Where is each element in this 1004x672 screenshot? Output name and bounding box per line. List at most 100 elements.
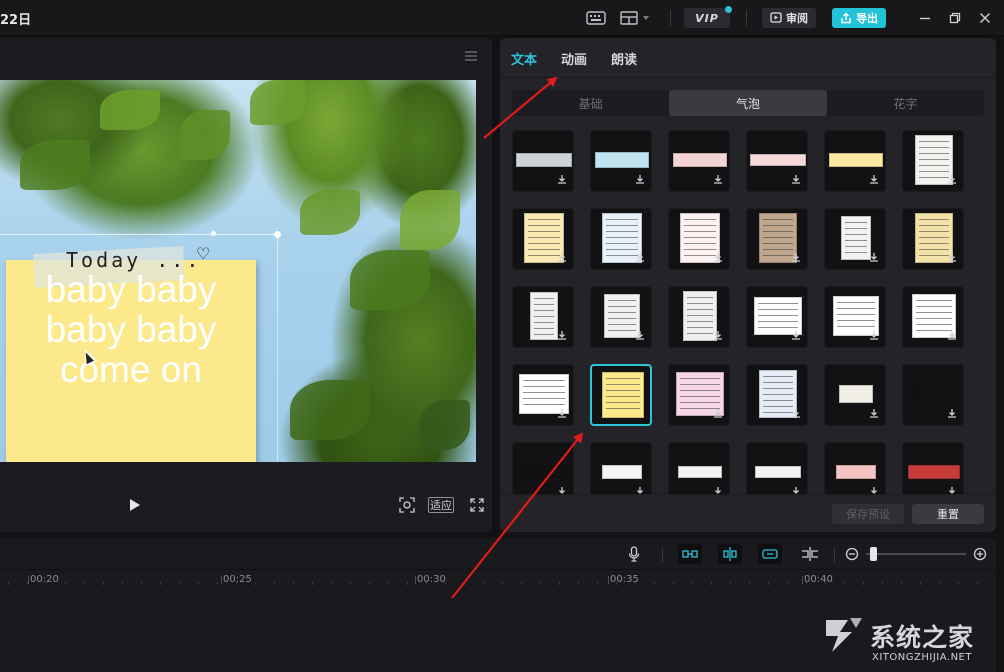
zoom-slider-track[interactable]	[866, 553, 966, 555]
tab-read-aloud[interactable]: 朗读	[611, 49, 637, 68]
bubble-template-tile[interactable]	[668, 442, 730, 494]
download-icon[interactable]	[635, 330, 645, 343]
bubble-template-tile[interactable]	[512, 442, 574, 494]
bubble-template-tile[interactable]	[902, 208, 964, 270]
download-icon[interactable]	[869, 408, 879, 421]
download-icon[interactable]	[869, 252, 879, 265]
bubble-template-tile[interactable]	[746, 442, 808, 494]
tab-animation[interactable]: 动画	[561, 49, 587, 68]
download-icon[interactable]	[557, 174, 567, 187]
bubble-template-tile[interactable]	[902, 130, 964, 192]
bubble-template-tile[interactable]	[668, 286, 730, 348]
bubble-template-tile[interactable]	[512, 364, 574, 426]
bubble-template-tile[interactable]	[512, 130, 574, 192]
menu-icon[interactable]	[464, 50, 478, 66]
download-icon[interactable]	[791, 330, 801, 343]
zoom-slider-handle[interactable]	[870, 547, 877, 561]
download-icon[interactable]	[635, 486, 645, 494]
overlay-text[interactable]: baby baby baby baby come on	[6, 270, 256, 390]
download-icon[interactable]	[635, 174, 645, 187]
zoom-out-icon[interactable]	[844, 544, 860, 564]
subtab-bubble[interactable]: 气泡	[669, 90, 827, 116]
bubble-template-tile[interactable]	[902, 442, 964, 494]
bubble-template-tile[interactable]	[512, 208, 574, 270]
bubble-template-tile[interactable]	[746, 364, 808, 426]
fullscreen-icon[interactable]	[468, 496, 486, 514]
download-icon[interactable]	[791, 486, 801, 494]
video-canvas[interactable]: Today ... ♡ baby baby baby baby come on	[0, 80, 476, 462]
download-icon[interactable]	[791, 174, 801, 187]
bubble-template-tile[interactable]	[824, 130, 886, 192]
download-icon[interactable]	[947, 252, 957, 265]
bubble-template-tile[interactable]	[590, 286, 652, 348]
keyboard-icon[interactable]	[584, 8, 608, 28]
close-icon[interactable]	[976, 9, 994, 27]
download-icon[interactable]	[635, 252, 645, 265]
zoom-in-icon[interactable]	[972, 544, 988, 564]
bubble-template-tile[interactable]	[746, 208, 808, 270]
download-icon[interactable]	[713, 330, 723, 343]
bubble-template-tile[interactable]	[668, 130, 730, 192]
resize-handle[interactable]	[274, 231, 281, 238]
crop-icon[interactable]	[398, 496, 416, 514]
bubble-template-tile[interactable]	[824, 364, 886, 426]
bubble-template-tile[interactable]	[824, 208, 886, 270]
subtab-basic[interactable]: 基础	[512, 90, 669, 116]
bubble-template-tile[interactable]	[746, 130, 808, 192]
review-button[interactable]: 审阅	[762, 8, 816, 28]
bubble-template-tile[interactable]	[824, 442, 886, 494]
ruler-minor-tick	[388, 582, 389, 585]
time-ruler[interactable]: 00:20 00:25 00:30 00:35 00:40	[0, 570, 996, 594]
play-icon[interactable]	[130, 499, 140, 511]
download-icon[interactable]	[869, 174, 879, 187]
bubble-template-tile[interactable]	[590, 442, 652, 494]
bubble-template-tile[interactable]	[590, 208, 652, 270]
bubble-template-tile[interactable]	[590, 130, 652, 192]
save-preset-button[interactable]: 保存预设	[832, 504, 904, 524]
download-icon[interactable]	[947, 486, 957, 494]
download-icon[interactable]	[713, 174, 723, 187]
bubble-template-tile[interactable]	[902, 364, 964, 426]
download-icon[interactable]	[713, 252, 723, 265]
download-icon[interactable]	[947, 330, 957, 343]
split-icon[interactable]	[800, 544, 820, 564]
ruler-minor-tick	[920, 582, 921, 585]
download-icon[interactable]	[791, 252, 801, 265]
export-button[interactable]: 导出	[832, 8, 886, 28]
fit-button[interactable]: 适应	[428, 497, 454, 513]
download-icon[interactable]	[557, 486, 567, 494]
bubble-template-tile[interactable]	[512, 286, 574, 348]
minimize-icon[interactable]	[916, 9, 934, 27]
ruler-tick	[28, 576, 29, 584]
download-icon[interactable]	[557, 330, 567, 343]
resize-handle[interactable]	[211, 231, 216, 236]
download-icon[interactable]	[869, 330, 879, 343]
bubble-template-tile[interactable]	[824, 286, 886, 348]
ruler-minor-tick	[768, 582, 769, 585]
download-icon[interactable]	[791, 408, 801, 421]
download-icon[interactable]	[869, 486, 879, 494]
thumbnail-lines	[758, 303, 798, 330]
layout-icon[interactable]	[618, 8, 654, 28]
bubble-template-tile[interactable]	[668, 208, 730, 270]
download-icon[interactable]	[713, 408, 723, 421]
download-icon[interactable]	[557, 408, 567, 421]
download-icon[interactable]	[947, 408, 957, 421]
subtab-fancy-text[interactable]: 花字	[827, 90, 984, 116]
ruler-minor-tick	[749, 582, 750, 585]
maximize-icon[interactable]	[946, 9, 964, 27]
reset-button[interactable]: 重置	[912, 504, 984, 524]
download-icon[interactable]	[557, 252, 567, 265]
linkage-icon[interactable]	[758, 544, 782, 564]
download-icon[interactable]	[947, 174, 957, 187]
bubble-template-tile[interactable]	[746, 286, 808, 348]
microphone-icon[interactable]	[626, 544, 642, 564]
download-icon[interactable]	[713, 486, 723, 494]
snap-icon[interactable]	[718, 544, 742, 564]
bubble-template-tile[interactable]	[590, 364, 652, 426]
vip-button[interactable]: VIP	[684, 6, 732, 28]
bubble-template-tile[interactable]	[902, 286, 964, 348]
link-icon[interactable]	[678, 544, 702, 564]
tab-text[interactable]: 文本	[511, 49, 537, 68]
bubble-template-tile[interactable]	[668, 364, 730, 426]
